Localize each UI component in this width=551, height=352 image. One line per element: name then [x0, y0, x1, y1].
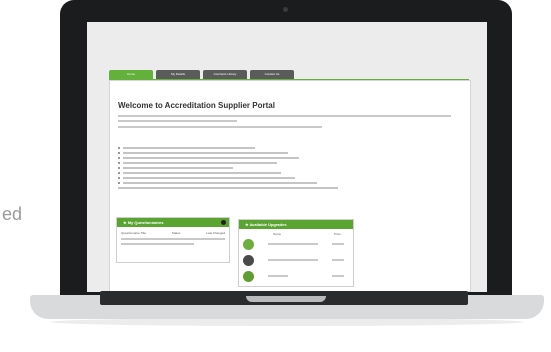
intro-paragraph — [118, 115, 458, 131]
table-row[interactable] — [121, 238, 225, 248]
list-item — [118, 187, 338, 189]
bullet-icon — [118, 177, 120, 179]
text-line — [268, 243, 318, 245]
text-line — [332, 243, 344, 245]
text-line — [118, 187, 338, 189]
tab-contracts-library[interactable]: Contracts Library — [203, 70, 247, 79]
list-item — [118, 172, 338, 174]
upgrade-icon — [243, 238, 254, 250]
text-line — [121, 238, 225, 240]
upgrade-icon — [243, 270, 254, 282]
list-item — [118, 177, 338, 179]
nav-tabs: Home My Details Contracts Library Contac… — [109, 70, 294, 79]
list-item — [118, 147, 338, 149]
bullet-icon — [118, 152, 120, 154]
tab-my-details[interactable]: My Details — [156, 70, 200, 79]
text-line — [118, 126, 322, 128]
upgrade-row[interactable] — [243, 237, 349, 251]
column-header: Name — [273, 232, 282, 236]
trackpad-notch — [246, 296, 326, 302]
upgrade-row[interactable] — [243, 253, 349, 267]
list-item — [118, 157, 338, 159]
page-title: Welcome to Accreditation Supplier Portal — [118, 101, 275, 110]
tab-contact-us[interactable]: Contact Us — [250, 70, 294, 79]
text-line — [123, 152, 288, 154]
column-header: Questionnaire Title — [121, 231, 147, 235]
bullet-icon — [118, 162, 120, 164]
bullet-icon — [118, 167, 120, 169]
list-item — [118, 152, 338, 154]
laptop-shadow — [50, 318, 524, 326]
column-header: Last Changed — [206, 231, 225, 235]
column-header: Price — [334, 232, 341, 236]
text-line — [123, 172, 282, 174]
panel-title: ★ Available Upgrades — [239, 220, 353, 229]
camera-icon — [283, 7, 288, 12]
text-line — [123, 182, 317, 184]
text-line — [332, 275, 344, 277]
text-line — [118, 115, 452, 117]
main-content: Welcome to Accreditation Supplier Portal — [109, 80, 471, 292]
text-line — [123, 177, 295, 179]
list-item — [118, 167, 338, 169]
column-header: Status — [171, 231, 181, 235]
text-line — [123, 162, 277, 164]
text-line — [123, 167, 233, 169]
list-item — [118, 182, 338, 184]
bullet-icon — [118, 157, 120, 159]
questionnaire-table-header: Questionnaire Title Status Last Changed — [121, 231, 225, 235]
upgrade-icon — [243, 254, 254, 266]
text-line — [268, 275, 288, 277]
list-item — [118, 162, 338, 164]
text-line — [118, 120, 237, 122]
text-line — [268, 259, 318, 261]
panel-title-text: My Questionnaires — [127, 220, 164, 225]
upgrade-row[interactable] — [243, 269, 349, 283]
text-line — [123, 147, 255, 149]
bullet-icon — [118, 147, 120, 149]
text-line — [332, 259, 344, 261]
panel-title: ★ My Questionnaires — [117, 218, 229, 227]
close-icon[interactable] — [221, 220, 226, 225]
tab-home[interactable]: Home — [109, 70, 153, 79]
instruction-list — [118, 147, 338, 192]
available-upgrades-panel: ★ Available Upgrades Name Price — [238, 219, 354, 287]
bullet-icon — [118, 172, 120, 174]
laptop-screen: Home My Details Contracts Library Contac… — [87, 22, 487, 292]
text-line — [121, 243, 194, 245]
bullet-icon — [118, 182, 120, 184]
partial-side-text: ed — [2, 204, 23, 224]
laptop-lid: Home My Details Contracts Library Contac… — [60, 0, 512, 306]
text-line — [123, 157, 299, 159]
panel-title-text: Available Upgrades — [249, 222, 287, 227]
my-questionnaires-panel: ★ My Questionnaires Questionnaire Title … — [116, 217, 230, 263]
